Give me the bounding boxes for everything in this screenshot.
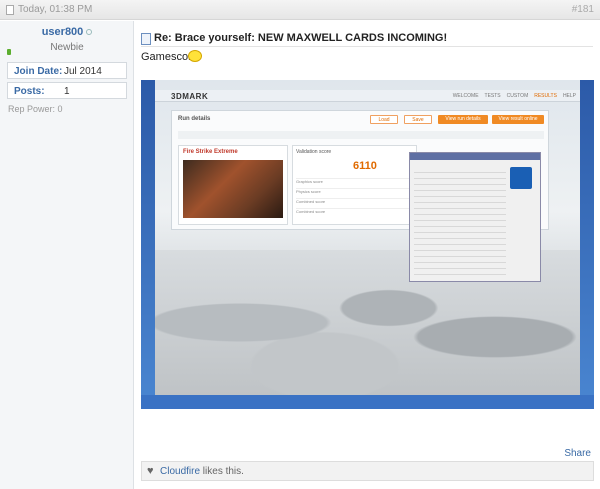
likes-bar: ♥ Cloudfire likes this. bbox=[141, 461, 594, 481]
nav-item: CUSTOM bbox=[506, 93, 529, 99]
reputation-bar bbox=[7, 49, 11, 55]
join-date-box: Join Date: Jul 2014 bbox=[7, 62, 127, 79]
share-link[interactable]: Share bbox=[564, 448, 591, 459]
test-artwork bbox=[183, 160, 283, 218]
heart-icon: ♥ bbox=[147, 465, 154, 477]
post-date: Today, 01:38 PM bbox=[6, 4, 92, 15]
document-icon bbox=[6, 4, 14, 15]
post-header: Today, 01:38 PM #181 bbox=[0, 0, 600, 20]
post-title: Re: Brace yourself: NEW MAXWELL CARDS IN… bbox=[154, 32, 448, 44]
rep-power-value: 0 bbox=[57, 104, 63, 114]
score-row: Combined score bbox=[296, 198, 414, 205]
nav-item: WELCOME bbox=[452, 93, 479, 99]
nav-item: HELP bbox=[562, 93, 576, 99]
join-date-label: Join Date: bbox=[14, 66, 63, 77]
rep-power: Rep Power: 0 bbox=[8, 104, 63, 114]
offline-status-icon bbox=[86, 29, 93, 36]
view-details-button: View run details bbox=[438, 115, 488, 124]
score-row: Physics score bbox=[296, 188, 414, 195]
username-link[interactable]: user800 bbox=[0, 26, 134, 38]
likes-suffix: likes this. bbox=[200, 466, 244, 477]
likes-text: Cloudfire likes this. bbox=[160, 466, 244, 477]
score-box: Validation score 6110 Graphics score Phy… bbox=[292, 145, 417, 225]
score-label: Validation score bbox=[296, 149, 332, 155]
posted-screenshot-image[interactable]: 3DMARK WELCOME TESTS CUSTOM RESULTS HELP… bbox=[141, 80, 594, 409]
load-button: Load bbox=[370, 115, 398, 124]
run-details-title: Run details bbox=[178, 116, 211, 122]
nav-item: TESTS bbox=[484, 93, 501, 99]
cpuz-titlebar bbox=[410, 153, 540, 160]
desktop-edge-left bbox=[141, 80, 155, 409]
liker-link[interactable]: Cloudfire bbox=[160, 466, 200, 477]
post-date-text: Today, 01:38 PM bbox=[18, 4, 93, 15]
document-icon bbox=[141, 33, 151, 45]
user-sidebar: user800 Newbie Join Date: Jul 2014 Posts… bbox=[0, 21, 134, 489]
score-value: 6110 bbox=[353, 160, 377, 172]
post-number-link[interactable]: #181 bbox=[572, 4, 594, 15]
smiley-icon bbox=[188, 50, 202, 62]
posts-value: 1 bbox=[64, 86, 70, 97]
cpuz-window bbox=[409, 152, 541, 282]
intel-logo-icon bbox=[510, 167, 532, 189]
nav-item: RESULTS bbox=[534, 93, 557, 99]
desktop-edge-right bbox=[580, 80, 594, 409]
view-online-button: View result online bbox=[492, 115, 544, 124]
app-logo: 3DMARK bbox=[171, 92, 209, 101]
save-button: Save bbox=[404, 115, 432, 124]
gpu-cpu-strip bbox=[178, 131, 544, 139]
posts-label: Posts: bbox=[14, 86, 45, 97]
username-text[interactable]: user800 bbox=[42, 26, 84, 38]
taskbar bbox=[141, 395, 594, 409]
score-row: Graphics score bbox=[296, 178, 414, 185]
posts-box: Posts: 1 bbox=[7, 82, 127, 99]
cpuz-fields bbox=[414, 167, 506, 275]
rep-power-label: Rep Power: bbox=[8, 104, 56, 114]
join-date-value: Jul 2014 bbox=[64, 66, 102, 77]
score-row: Combined score bbox=[296, 208, 414, 215]
test-box: Fire Strike Extreme bbox=[178, 145, 288, 225]
test-name: Fire Strike Extreme bbox=[183, 149, 238, 155]
user-title: Newbie bbox=[50, 42, 84, 53]
app-nav: WELCOME TESTS CUSTOM RESULTS HELP bbox=[453, 93, 576, 99]
title-divider bbox=[141, 46, 593, 47]
